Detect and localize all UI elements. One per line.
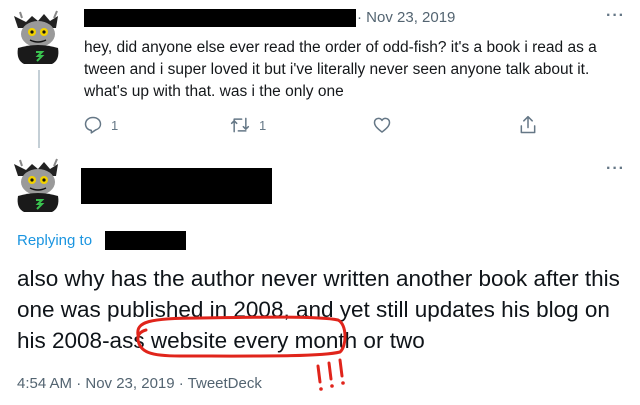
more-options-icon[interactable]: ··· (606, 7, 625, 25)
retweet-icon (230, 117, 250, 133)
tweet-text-part: every month or two (227, 328, 425, 353)
annotation-exclamation-dot (341, 381, 345, 385)
like-button[interactable] (372, 115, 392, 135)
avatar[interactable] (10, 8, 66, 64)
tweet-date[interactable]: · Nov 23, 2019 (357, 9, 455, 26)
reply-button[interactable]: 1 (83, 115, 118, 135)
circled-text: 2008-ass website (52, 328, 228, 353)
tweet-text: also why has the author never written an… (17, 263, 632, 356)
reply-count: 1 (111, 117, 119, 133)
replying-to: Replying to (17, 232, 92, 249)
redacted-mention[interactable] (105, 231, 186, 250)
share-icon (520, 115, 536, 134)
retweet-count: 1 (259, 117, 267, 133)
reply-icon (84, 116, 102, 134)
redacted-username (84, 9, 356, 27)
retweet-button[interactable]: 1 (229, 115, 266, 135)
tweet-metadata[interactable]: 4:54 AM · Nov 23, 2019 · TweetDeck (17, 375, 262, 392)
annotation-exclamation-dot (319, 387, 323, 391)
share-button[interactable] (518, 114, 538, 136)
replying-to-label: Replying to (17, 232, 93, 249)
heart-icon (373, 117, 391, 133)
thread-line (38, 70, 40, 148)
redacted-display-name (81, 168, 272, 204)
annotation-exclamation-dot (330, 384, 334, 388)
tweet-text: hey, did anyone else ever read the order… (84, 39, 597, 100)
more-options-icon[interactable]: ··· (606, 160, 625, 178)
annotation-exclamation-strokes (316, 358, 344, 384)
avatar[interactable] (10, 156, 66, 212)
